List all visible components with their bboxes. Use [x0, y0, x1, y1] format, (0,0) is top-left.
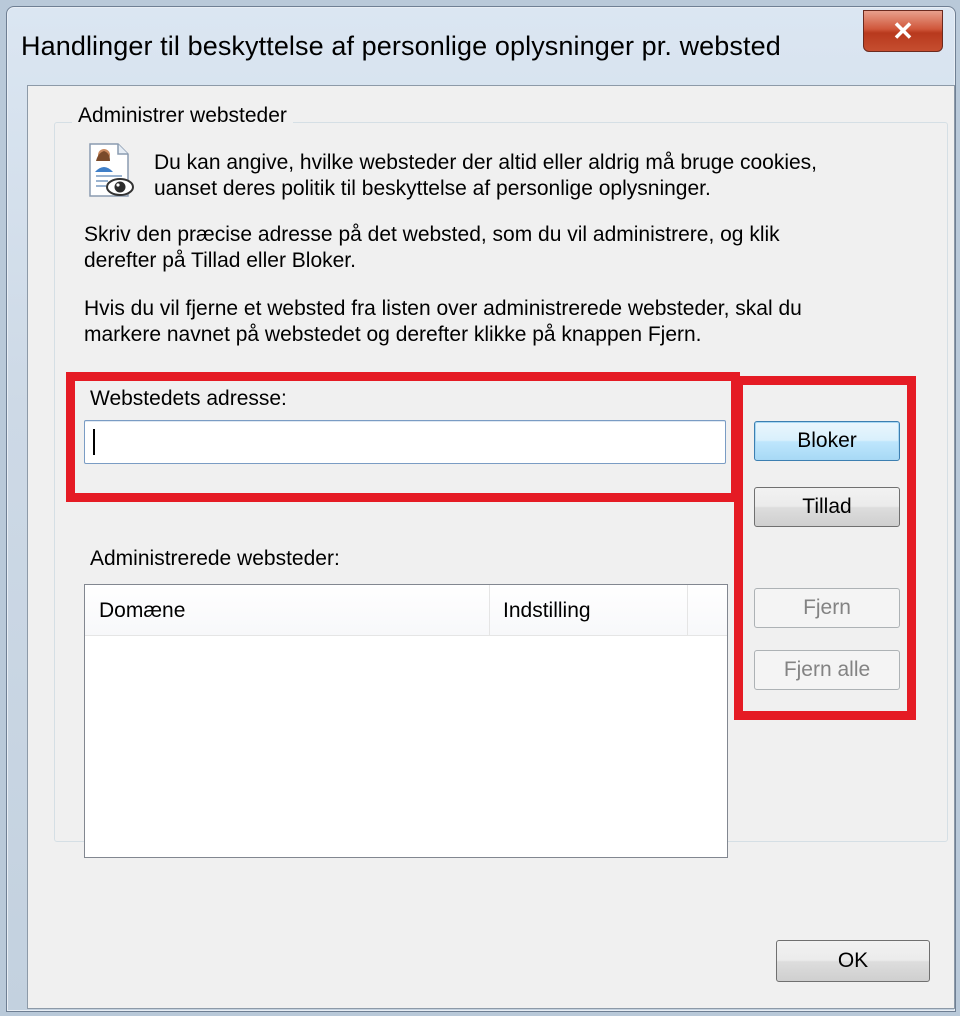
highlight-buttons-box [734, 376, 916, 720]
column-header-setting[interactable]: Indstilling [503, 599, 591, 623]
remove-instruction-line-1: Hvis du vil fjerne et websted fra listen… [84, 297, 802, 320]
managed-sites-label: Administrerede websteder: [90, 547, 340, 570]
dialog-client-area: Administrer websteder Du kan angive, hvi… [27, 85, 955, 1009]
column-separator[interactable] [489, 585, 490, 635]
info-text-line-1: Du kan angive, hvilke websteder der alti… [154, 151, 818, 174]
instruction-text-line-1: Skriv den præcise adresse på det websted… [84, 223, 780, 246]
instruction-text-line-2: derefter på Tillad eller Bloker. [84, 249, 356, 272]
list-header: Domæne Indstilling [85, 585, 727, 636]
column-separator[interactable] [687, 585, 688, 635]
privacy-user-eye-icon [89, 143, 134, 197]
highlight-address-box [66, 372, 740, 502]
column-header-domain[interactable]: Domæne [99, 599, 185, 623]
dialog-window: Handlinger til beskyttelse af personlige… [6, 6, 956, 1012]
close-icon: ✕ [892, 15, 914, 46]
ok-button[interactable]: OK [776, 940, 930, 982]
dialog-title: Handlinger til beskyttelse af personlige… [21, 31, 781, 61]
group-legend: Administrer websteder [72, 104, 293, 128]
remove-instruction-line-2: markere navnet på webstedet og derefter … [84, 323, 702, 346]
managed-sites-list[interactable]: Domæne Indstilling [84, 584, 728, 858]
close-button[interactable]: ✕ [863, 10, 943, 52]
info-text-line-2: uanset deres politik til beskyttelse af … [154, 177, 711, 200]
